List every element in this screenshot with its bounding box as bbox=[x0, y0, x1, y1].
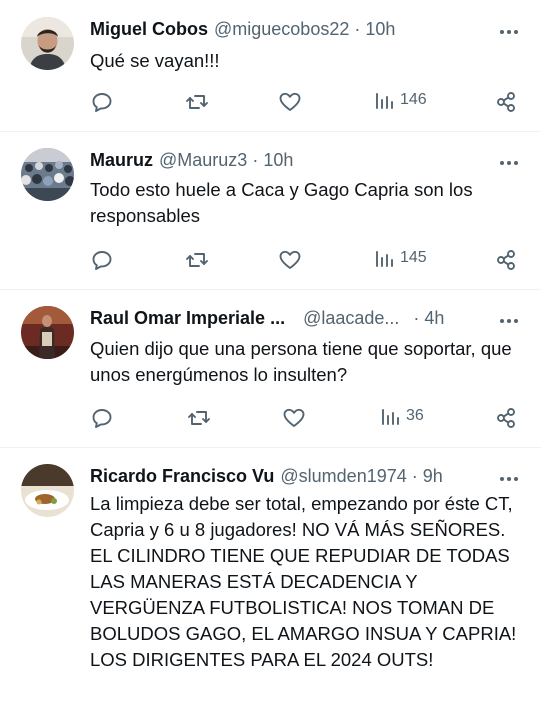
author-handle[interactable]: @miguecobos22 bbox=[214, 19, 349, 40]
views-button[interactable]: 36 bbox=[380, 406, 424, 426]
tweet-text: La limpieza debe ser total, empezando po… bbox=[90, 493, 517, 670]
reply-button[interactable] bbox=[90, 90, 114, 114]
like-button[interactable] bbox=[278, 248, 302, 272]
person-avatar-icon bbox=[21, 17, 74, 70]
more-options-button[interactable] bbox=[499, 311, 519, 336]
author-name[interactable]: Raul Omar Imperiale ... bbox=[90, 308, 285, 329]
retweet-icon bbox=[188, 411, 210, 425]
like-button[interactable] bbox=[278, 90, 302, 114]
reply-icon bbox=[92, 251, 112, 270]
share-button[interactable] bbox=[494, 90, 518, 114]
more-icon bbox=[500, 161, 518, 165]
views-icon bbox=[376, 251, 393, 267]
action-bar: 36 bbox=[90, 406, 521, 430]
action-bar: 146 bbox=[90, 90, 521, 114]
tweet[interactable]: Mauruz @Mauruz3 · 10h Todo esto huele a … bbox=[0, 132, 541, 289]
timestamp[interactable]: 4h bbox=[424, 308, 444, 329]
share-icon bbox=[497, 92, 515, 112]
more-options-button[interactable] bbox=[499, 153, 519, 178]
avatar[interactable] bbox=[21, 148, 74, 201]
separator-dot: · bbox=[411, 465, 418, 486]
reply-icon bbox=[92, 409, 112, 428]
timestamp[interactable]: 10h bbox=[263, 150, 293, 171]
reply-icon bbox=[92, 93, 112, 112]
reply-button[interactable] bbox=[90, 406, 114, 430]
views-button[interactable]: 145 bbox=[374, 248, 427, 268]
separator-dot: · bbox=[354, 18, 361, 39]
share-icon bbox=[497, 250, 515, 270]
like-button[interactable] bbox=[282, 406, 306, 430]
tweet[interactable]: Miguel Cobos @miguecobos22 · 10h Qué se … bbox=[0, 0, 541, 131]
author-handle[interactable]: @Mauruz3 bbox=[159, 150, 247, 171]
retweet-button[interactable] bbox=[187, 406, 211, 430]
share-button[interactable] bbox=[494, 248, 518, 272]
tweet-text: Quien dijo que una persona tiene que sop… bbox=[90, 338, 512, 385]
views-icon bbox=[376, 93, 393, 109]
author-name[interactable]: Mauruz bbox=[90, 150, 153, 171]
views-count: 36 bbox=[406, 407, 424, 424]
views-icon bbox=[382, 409, 399, 425]
views-button[interactable]: 146 bbox=[374, 90, 427, 110]
avatar[interactable] bbox=[21, 464, 74, 517]
avatar[interactable] bbox=[21, 17, 74, 70]
author-name[interactable]: Miguel Cobos bbox=[90, 19, 208, 40]
heart-icon bbox=[279, 250, 301, 269]
share-icon bbox=[497, 408, 515, 428]
more-options-button[interactable] bbox=[499, 22, 519, 47]
retweet-button[interactable] bbox=[185, 90, 209, 114]
tweet-text: Todo esto huele a Caca y Gago Capria son… bbox=[90, 179, 473, 226]
author-handle[interactable]: @laacade... bbox=[303, 308, 399, 329]
retweet-icon bbox=[186, 253, 208, 267]
share-button[interactable] bbox=[494, 406, 518, 430]
author-handle[interactable]: @slumden1974 bbox=[280, 466, 406, 487]
person-avatar-icon bbox=[21, 306, 74, 359]
more-icon bbox=[500, 30, 518, 34]
tweet[interactable]: Raul Omar Imperiale ... @laacade... · 4h… bbox=[0, 290, 541, 447]
author-name[interactable]: Ricardo Francisco Vu bbox=[90, 466, 274, 487]
heart-icon bbox=[283, 408, 305, 427]
separator-dot: · bbox=[413, 307, 420, 328]
action-bar: 145 bbox=[90, 248, 521, 272]
timestamp[interactable]: 9h bbox=[423, 466, 443, 487]
reply-button[interactable] bbox=[90, 248, 114, 272]
retweet-icon bbox=[186, 95, 208, 109]
separator-dot: · bbox=[252, 149, 259, 170]
crowd-avatar-icon bbox=[21, 148, 74, 201]
views-count: 145 bbox=[400, 249, 427, 266]
heart-icon bbox=[279, 92, 301, 111]
tweet[interactable]: Ricardo Francisco Vu @slumden1974 · 9h L… bbox=[0, 448, 541, 720]
timestamp[interactable]: 10h bbox=[365, 19, 395, 40]
views-count: 146 bbox=[400, 91, 427, 108]
tweet-text: Qué se vayan!!! bbox=[90, 50, 220, 71]
more-icon bbox=[500, 477, 518, 481]
avatar[interactable] bbox=[21, 306, 74, 359]
retweet-button[interactable] bbox=[185, 248, 209, 272]
food-avatar-icon bbox=[21, 464, 74, 517]
more-icon bbox=[500, 319, 518, 323]
